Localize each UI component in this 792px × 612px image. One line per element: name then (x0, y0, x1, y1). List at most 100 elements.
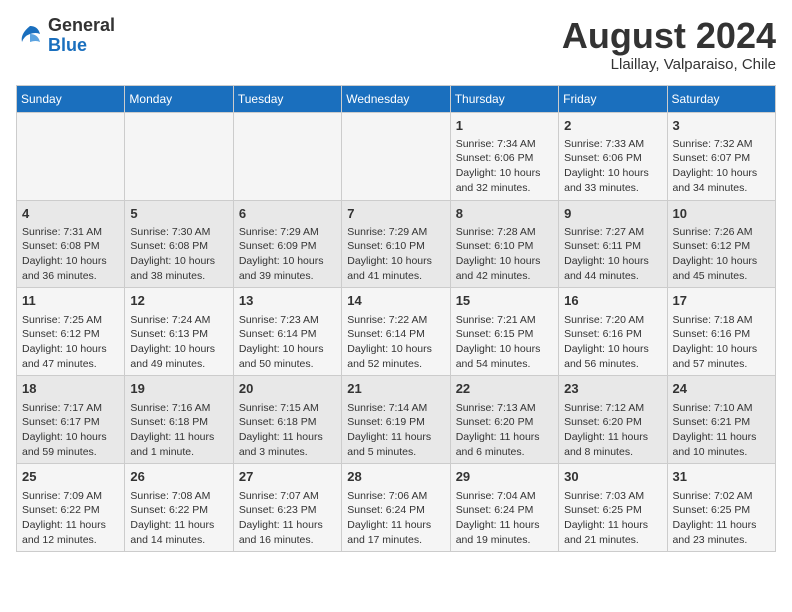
day-number: 13 (239, 292, 336, 310)
header-row: SundayMondayTuesdayWednesdayThursdayFrid… (17, 85, 776, 112)
day-info: and 33 minutes. (564, 181, 661, 196)
title-area: August 2024 Llaillay, Valparaiso, Chile (562, 16, 776, 73)
day-info: Sunrise: 7:16 AM (130, 401, 227, 416)
header-day: Sunday (17, 85, 125, 112)
day-number: 4 (22, 205, 119, 223)
calendar-cell: 11Sunrise: 7:25 AMSunset: 6:12 PMDayligh… (17, 288, 125, 376)
day-info: and 39 minutes. (239, 269, 336, 284)
calendar-cell: 22Sunrise: 7:13 AMSunset: 6:20 PMDayligh… (450, 376, 558, 464)
day-number: 17 (673, 292, 770, 310)
day-info: and 5 minutes. (347, 445, 444, 460)
day-number: 11 (22, 292, 119, 310)
day-info: Daylight: 11 hours (22, 518, 119, 533)
day-info: Sunset: 6:22 PM (22, 503, 119, 518)
day-info: Daylight: 10 hours (673, 254, 770, 269)
day-info: Sunrise: 7:09 AM (22, 489, 119, 504)
calendar-cell: 15Sunrise: 7:21 AMSunset: 6:15 PMDayligh… (450, 288, 558, 376)
day-number: 1 (456, 117, 553, 135)
calendar-cell: 25Sunrise: 7:09 AMSunset: 6:22 PMDayligh… (17, 464, 125, 552)
day-info: and 59 minutes. (22, 445, 119, 460)
day-info: Daylight: 10 hours (564, 254, 661, 269)
day-info: Daylight: 11 hours (456, 430, 553, 445)
day-info: Daylight: 10 hours (347, 254, 444, 269)
calendar-cell (233, 112, 341, 200)
day-info: Sunrise: 7:23 AM (239, 313, 336, 328)
header-day: Friday (559, 85, 667, 112)
calendar-cell: 28Sunrise: 7:06 AMSunset: 6:24 PMDayligh… (342, 464, 450, 552)
logo-text: General Blue (48, 16, 115, 56)
calendar-cell: 1Sunrise: 7:34 AMSunset: 6:06 PMDaylight… (450, 112, 558, 200)
day-info: Daylight: 10 hours (347, 342, 444, 357)
day-info: Sunrise: 7:07 AM (239, 489, 336, 504)
day-number: 28 (347, 468, 444, 486)
day-info: Daylight: 10 hours (673, 342, 770, 357)
day-info: and 23 minutes. (673, 533, 770, 548)
day-number: 15 (456, 292, 553, 310)
day-info: Sunrise: 7:27 AM (564, 225, 661, 240)
day-number: 21 (347, 380, 444, 398)
day-info: Daylight: 11 hours (239, 518, 336, 533)
day-info: Sunset: 6:16 PM (564, 327, 661, 342)
calendar-cell: 29Sunrise: 7:04 AMSunset: 6:24 PMDayligh… (450, 464, 558, 552)
day-info: Sunrise: 7:22 AM (347, 313, 444, 328)
location: Llaillay, Valparaiso, Chile (562, 56, 776, 73)
day-number: 7 (347, 205, 444, 223)
logo: General Blue (16, 16, 115, 56)
calendar-week-row: 4Sunrise: 7:31 AMSunset: 6:08 PMDaylight… (17, 200, 776, 288)
day-info: Daylight: 10 hours (239, 254, 336, 269)
day-number: 26 (130, 468, 227, 486)
day-info: Sunset: 6:18 PM (130, 415, 227, 430)
day-info: Sunrise: 7:28 AM (456, 225, 553, 240)
day-info: Sunrise: 7:20 AM (564, 313, 661, 328)
day-info: Sunset: 6:11 PM (564, 239, 661, 254)
calendar-cell: 16Sunrise: 7:20 AMSunset: 6:16 PMDayligh… (559, 288, 667, 376)
day-number: 30 (564, 468, 661, 486)
day-info: Sunrise: 7:34 AM (456, 137, 553, 152)
day-info: Daylight: 11 hours (456, 518, 553, 533)
day-info: Daylight: 11 hours (130, 430, 227, 445)
calendar-cell: 24Sunrise: 7:10 AMSunset: 6:21 PMDayligh… (667, 376, 775, 464)
logo-blue: Blue (48, 36, 115, 56)
day-info: and 6 minutes. (456, 445, 553, 460)
day-info: Sunset: 6:24 PM (456, 503, 553, 518)
day-info: Daylight: 10 hours (564, 166, 661, 181)
day-info: Sunset: 6:16 PM (673, 327, 770, 342)
day-info: Sunrise: 7:29 AM (347, 225, 444, 240)
day-info: and 56 minutes. (564, 357, 661, 372)
calendar-cell: 21Sunrise: 7:14 AMSunset: 6:19 PMDayligh… (342, 376, 450, 464)
day-info: Sunrise: 7:26 AM (673, 225, 770, 240)
day-info: and 21 minutes. (564, 533, 661, 548)
day-info: and 32 minutes. (456, 181, 553, 196)
calendar-cell: 27Sunrise: 7:07 AMSunset: 6:23 PMDayligh… (233, 464, 341, 552)
calendar-cell: 18Sunrise: 7:17 AMSunset: 6:17 PMDayligh… (17, 376, 125, 464)
day-info: Sunrise: 7:18 AM (673, 313, 770, 328)
calendar-cell (125, 112, 233, 200)
header-day: Wednesday (342, 85, 450, 112)
day-info: and 52 minutes. (347, 357, 444, 372)
calendar-cell: 7Sunrise: 7:29 AMSunset: 6:10 PMDaylight… (342, 200, 450, 288)
day-info: Daylight: 10 hours (456, 166, 553, 181)
day-info: and 44 minutes. (564, 269, 661, 284)
day-number: 14 (347, 292, 444, 310)
day-info: Sunrise: 7:31 AM (22, 225, 119, 240)
day-info: Sunrise: 7:14 AM (347, 401, 444, 416)
day-info: Daylight: 10 hours (22, 430, 119, 445)
day-info: Sunset: 6:20 PM (564, 415, 661, 430)
month-year: August 2024 (562, 16, 776, 56)
page-header: General Blue August 2024 Llaillay, Valpa… (16, 16, 776, 73)
day-info: Daylight: 11 hours (347, 518, 444, 533)
day-info: Daylight: 11 hours (564, 430, 661, 445)
day-number: 31 (673, 468, 770, 486)
day-info: and 34 minutes. (673, 181, 770, 196)
day-info: Sunrise: 7:10 AM (673, 401, 770, 416)
day-info: Sunset: 6:24 PM (347, 503, 444, 518)
day-number: 8 (456, 205, 553, 223)
calendar-cell (17, 112, 125, 200)
day-info: Daylight: 11 hours (564, 518, 661, 533)
calendar-cell: 3Sunrise: 7:32 AMSunset: 6:07 PMDaylight… (667, 112, 775, 200)
header-day: Saturday (667, 85, 775, 112)
day-info: and 47 minutes. (22, 357, 119, 372)
calendar-cell: 2Sunrise: 7:33 AMSunset: 6:06 PMDaylight… (559, 112, 667, 200)
day-info: Sunrise: 7:04 AM (456, 489, 553, 504)
day-number: 16 (564, 292, 661, 310)
